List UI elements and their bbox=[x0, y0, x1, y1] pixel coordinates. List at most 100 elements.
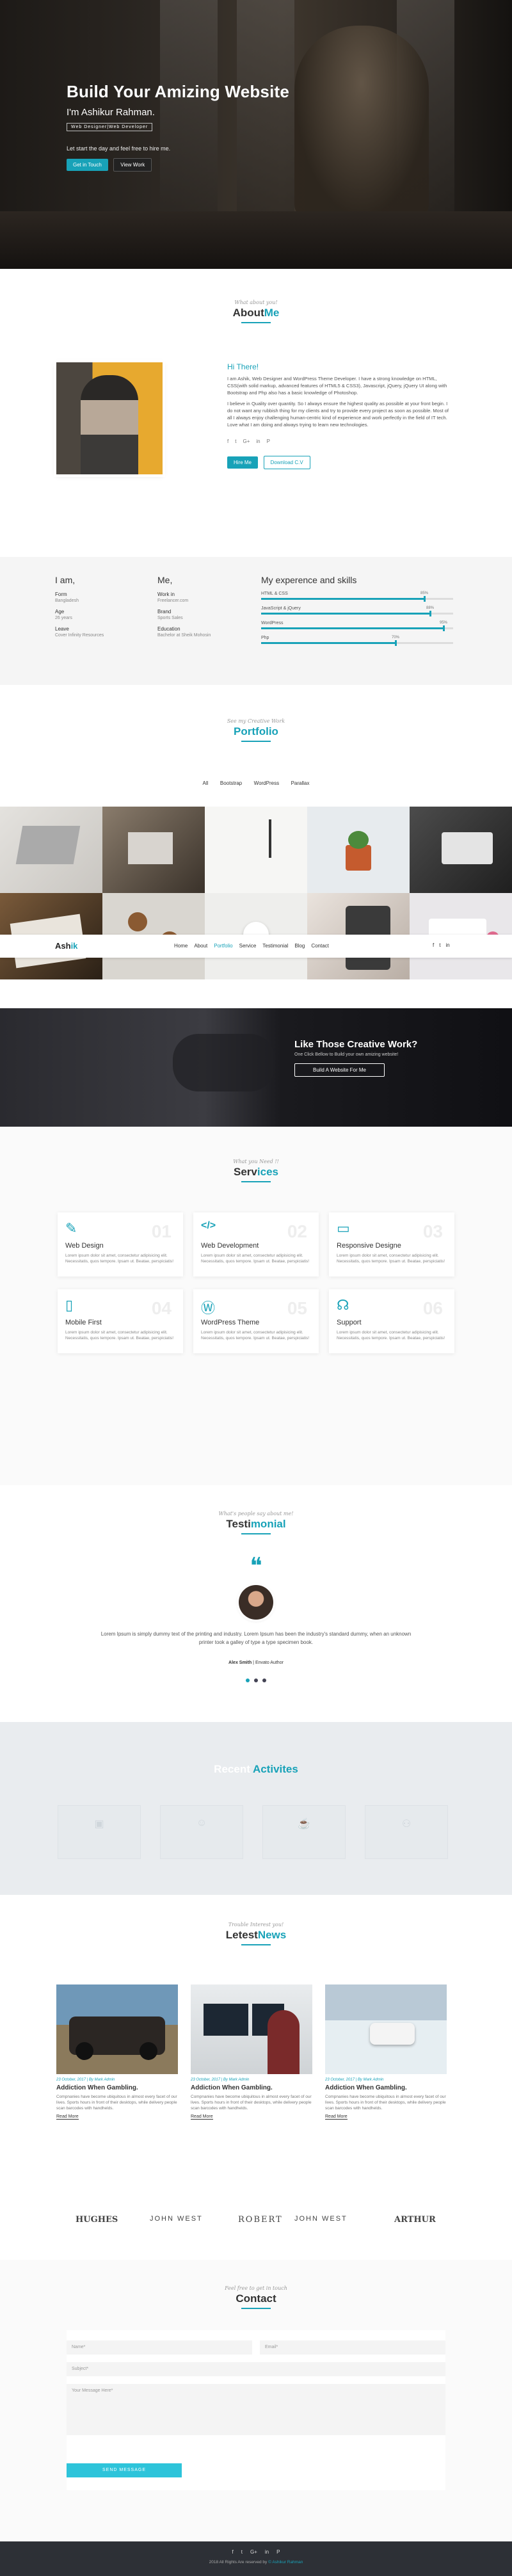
read-more-link[interactable]: Read More bbox=[191, 2114, 213, 2120]
send-message-button[interactable]: SEND MESSAGE bbox=[67, 2463, 182, 2477]
pinterest-icon[interactable]: P bbox=[276, 2549, 280, 2555]
skill-fill bbox=[261, 627, 444, 629]
brand-logo: ARTHUR bbox=[394, 2215, 436, 2225]
logo[interactable]: Ashik bbox=[55, 941, 77, 951]
news-title[interactable]: Addiction When Gambling. bbox=[325, 2084, 447, 2091]
carousel-dot[interactable] bbox=[262, 1678, 266, 1682]
facebook-icon[interactable]: f bbox=[433, 942, 434, 948]
nav-home[interactable]: Home bbox=[174, 943, 188, 949]
nav-blog[interactable]: Blog bbox=[294, 943, 305, 949]
hero-title: Build Your Amizing Website bbox=[67, 82, 290, 101]
hire-me-button[interactable]: Hire Me bbox=[227, 456, 259, 469]
filter-bootstrap[interactable]: Bootstrap bbox=[220, 780, 242, 786]
news-image[interactable] bbox=[56, 1984, 178, 2074]
news-image[interactable] bbox=[325, 1984, 447, 2074]
facebook-icon[interactable]: f bbox=[232, 2549, 234, 2555]
testimonial-role: Envato Author bbox=[255, 1661, 284, 1665]
portfolio-item[interactable] bbox=[307, 807, 410, 893]
carousel-dot[interactable] bbox=[246, 1678, 250, 1682]
read-more-link[interactable]: Read More bbox=[56, 2114, 79, 2120]
activity-value bbox=[365, 1835, 447, 1842]
subject-field[interactable]: Subject* bbox=[67, 2362, 445, 2376]
service-card[interactable]: ▭ 03 Responsive Designe Lorem ipsum dolor s… bbox=[329, 1212, 454, 1276]
carousel-dot[interactable] bbox=[254, 1678, 258, 1682]
portfolio-item[interactable] bbox=[102, 807, 205, 893]
service-card[interactable]: ✎ 01 Web Design Lorem ipsum dolor sit amet,… bbox=[58, 1212, 183, 1276]
service-number: 05 bbox=[287, 1298, 307, 1318]
users-icon: ⚇ bbox=[401, 1819, 412, 1830]
read-more-link[interactable]: Read More bbox=[325, 2114, 348, 2120]
news-meta: 23 October, 2017 | By Mark Admin bbox=[325, 2078, 384, 2082]
footer: f t G+ in P 2018 All Rights Are reserved… bbox=[0, 2541, 512, 2576]
portfolio-item[interactable] bbox=[205, 807, 307, 893]
quote-icon: ❝ bbox=[250, 1553, 262, 1579]
view-work-button[interactable]: View Work bbox=[113, 158, 152, 172]
portfolio-item[interactable] bbox=[0, 807, 102, 893]
about-social-links: f t G+ in P bbox=[227, 439, 451, 444]
activity-value bbox=[58, 1835, 140, 1842]
carousel-dots bbox=[0, 1677, 512, 1684]
info-key: Age bbox=[55, 609, 65, 615]
testimonial-title-b: monial bbox=[250, 1518, 286, 1530]
google-plus-icon[interactable]: G+ bbox=[250, 2549, 257, 2555]
news-title[interactable]: Addiction When Gambling. bbox=[56, 2084, 178, 2091]
skill-percent: 95% bbox=[440, 621, 448, 625]
download-cv-button[interactable]: Download C.V bbox=[263, 456, 310, 469]
activity-value bbox=[161, 1834, 243, 1840]
smile-icon: ☺ bbox=[196, 1817, 207, 1828]
google-plus-icon[interactable]: G+ bbox=[243, 439, 250, 444]
news-title[interactable]: Addiction When Gambling. bbox=[191, 2084, 312, 2091]
service-desc: Lorem ipsum dolor sit amet, consectetur … bbox=[337, 1330, 445, 1340]
news-image[interactable] bbox=[191, 1984, 312, 2074]
twitter-icon[interactable]: t bbox=[241, 2549, 243, 2555]
nav-service[interactable]: Service bbox=[239, 943, 257, 949]
skill-knob bbox=[424, 596, 426, 602]
portfolio-title: Portfolio bbox=[234, 725, 278, 737]
linkedin-icon[interactable]: in bbox=[265, 2549, 269, 2555]
portfolio-item[interactable] bbox=[410, 807, 512, 893]
email-field[interactable]: Email* bbox=[260, 2340, 445, 2355]
skill-label: Php bbox=[261, 636, 269, 640]
testimonial-eyebrow: What's people say about me! bbox=[218, 1511, 294, 1517]
get-in-touch-button[interactable]: Get in Touch bbox=[67, 159, 108, 171]
services-eyebrow: What you Need !! bbox=[233, 1159, 279, 1164]
news-excerpt: Compnanies have become ubiquitous in alm… bbox=[191, 2095, 312, 2111]
news-title-a: Letest bbox=[225, 1929, 258, 1941]
twitter-icon[interactable]: t bbox=[235, 439, 236, 444]
about-section: What about you! AboutMe Hi There! I am A… bbox=[0, 269, 512, 557]
message-field[interactable]: Your Message Here* bbox=[67, 2384, 445, 2435]
news-title-b: News bbox=[257, 1929, 287, 1941]
service-card[interactable]: Ⓦ 05 WordPress Theme Lorem ipsum dolor sit … bbox=[193, 1289, 319, 1353]
nav-about[interactable]: About bbox=[194, 943, 207, 949]
profile-photo bbox=[56, 362, 163, 474]
service-title: Responsive Designe bbox=[337, 1242, 401, 1250]
linkedin-icon[interactable]: in bbox=[256, 439, 260, 444]
twitter-icon[interactable]: t bbox=[439, 942, 440, 948]
copyright-text: 2018 All Rights Are reserved by bbox=[209, 2560, 269, 2564]
about-title-b: Me bbox=[264, 307, 280, 319]
nav-portfolio[interactable]: Portfolio bbox=[214, 943, 232, 949]
service-card[interactable]: </> 02 Web Development Lorem ipsum dolor si… bbox=[193, 1212, 319, 1276]
contact-eyebrow: Feel free to get in touch bbox=[225, 2285, 287, 2291]
service-card[interactable]: ▯ 04 Mobile First Lorem ipsum dolor sit ame… bbox=[58, 1289, 183, 1353]
news-meta: 23 October, 2017 | By Mark Admin bbox=[191, 2078, 250, 2082]
nav-testimonial[interactable]: Testimonial bbox=[262, 943, 288, 949]
build-website-button[interactable]: Build A Website For Me bbox=[294, 1063, 385, 1077]
services-title-b: ices bbox=[257, 1166, 278, 1178]
pinterest-icon[interactable]: P bbox=[267, 439, 270, 444]
nav-contact[interactable]: Contact bbox=[311, 943, 329, 949]
service-title: Web Development bbox=[201, 1242, 259, 1250]
news-section: Trouble Interest you! LetestNews 23 Octo… bbox=[0, 1895, 512, 2177]
service-card[interactable]: ☊ 06 Support Lorem ipsum dolor sit amet, co… bbox=[329, 1289, 454, 1353]
testimonial-section: What's people say about me! Testimonial … bbox=[0, 1485, 512, 1722]
facebook-icon[interactable]: f bbox=[227, 439, 228, 444]
instagram-icon[interactable]: in bbox=[445, 942, 449, 948]
hero-person-image bbox=[294, 26, 429, 218]
filter-wordpress[interactable]: WordPress bbox=[254, 780, 279, 786]
name-field[interactable]: Name* bbox=[67, 2340, 252, 2355]
filter-all[interactable]: All bbox=[202, 780, 208, 786]
news-card: 23 October, 2017 | By Mark Admin Addicti… bbox=[56, 1984, 178, 2120]
info-key: Brand bbox=[157, 609, 172, 615]
filter-parallax[interactable]: Parallax bbox=[291, 780, 310, 786]
skill-percent: 70% bbox=[392, 636, 400, 640]
